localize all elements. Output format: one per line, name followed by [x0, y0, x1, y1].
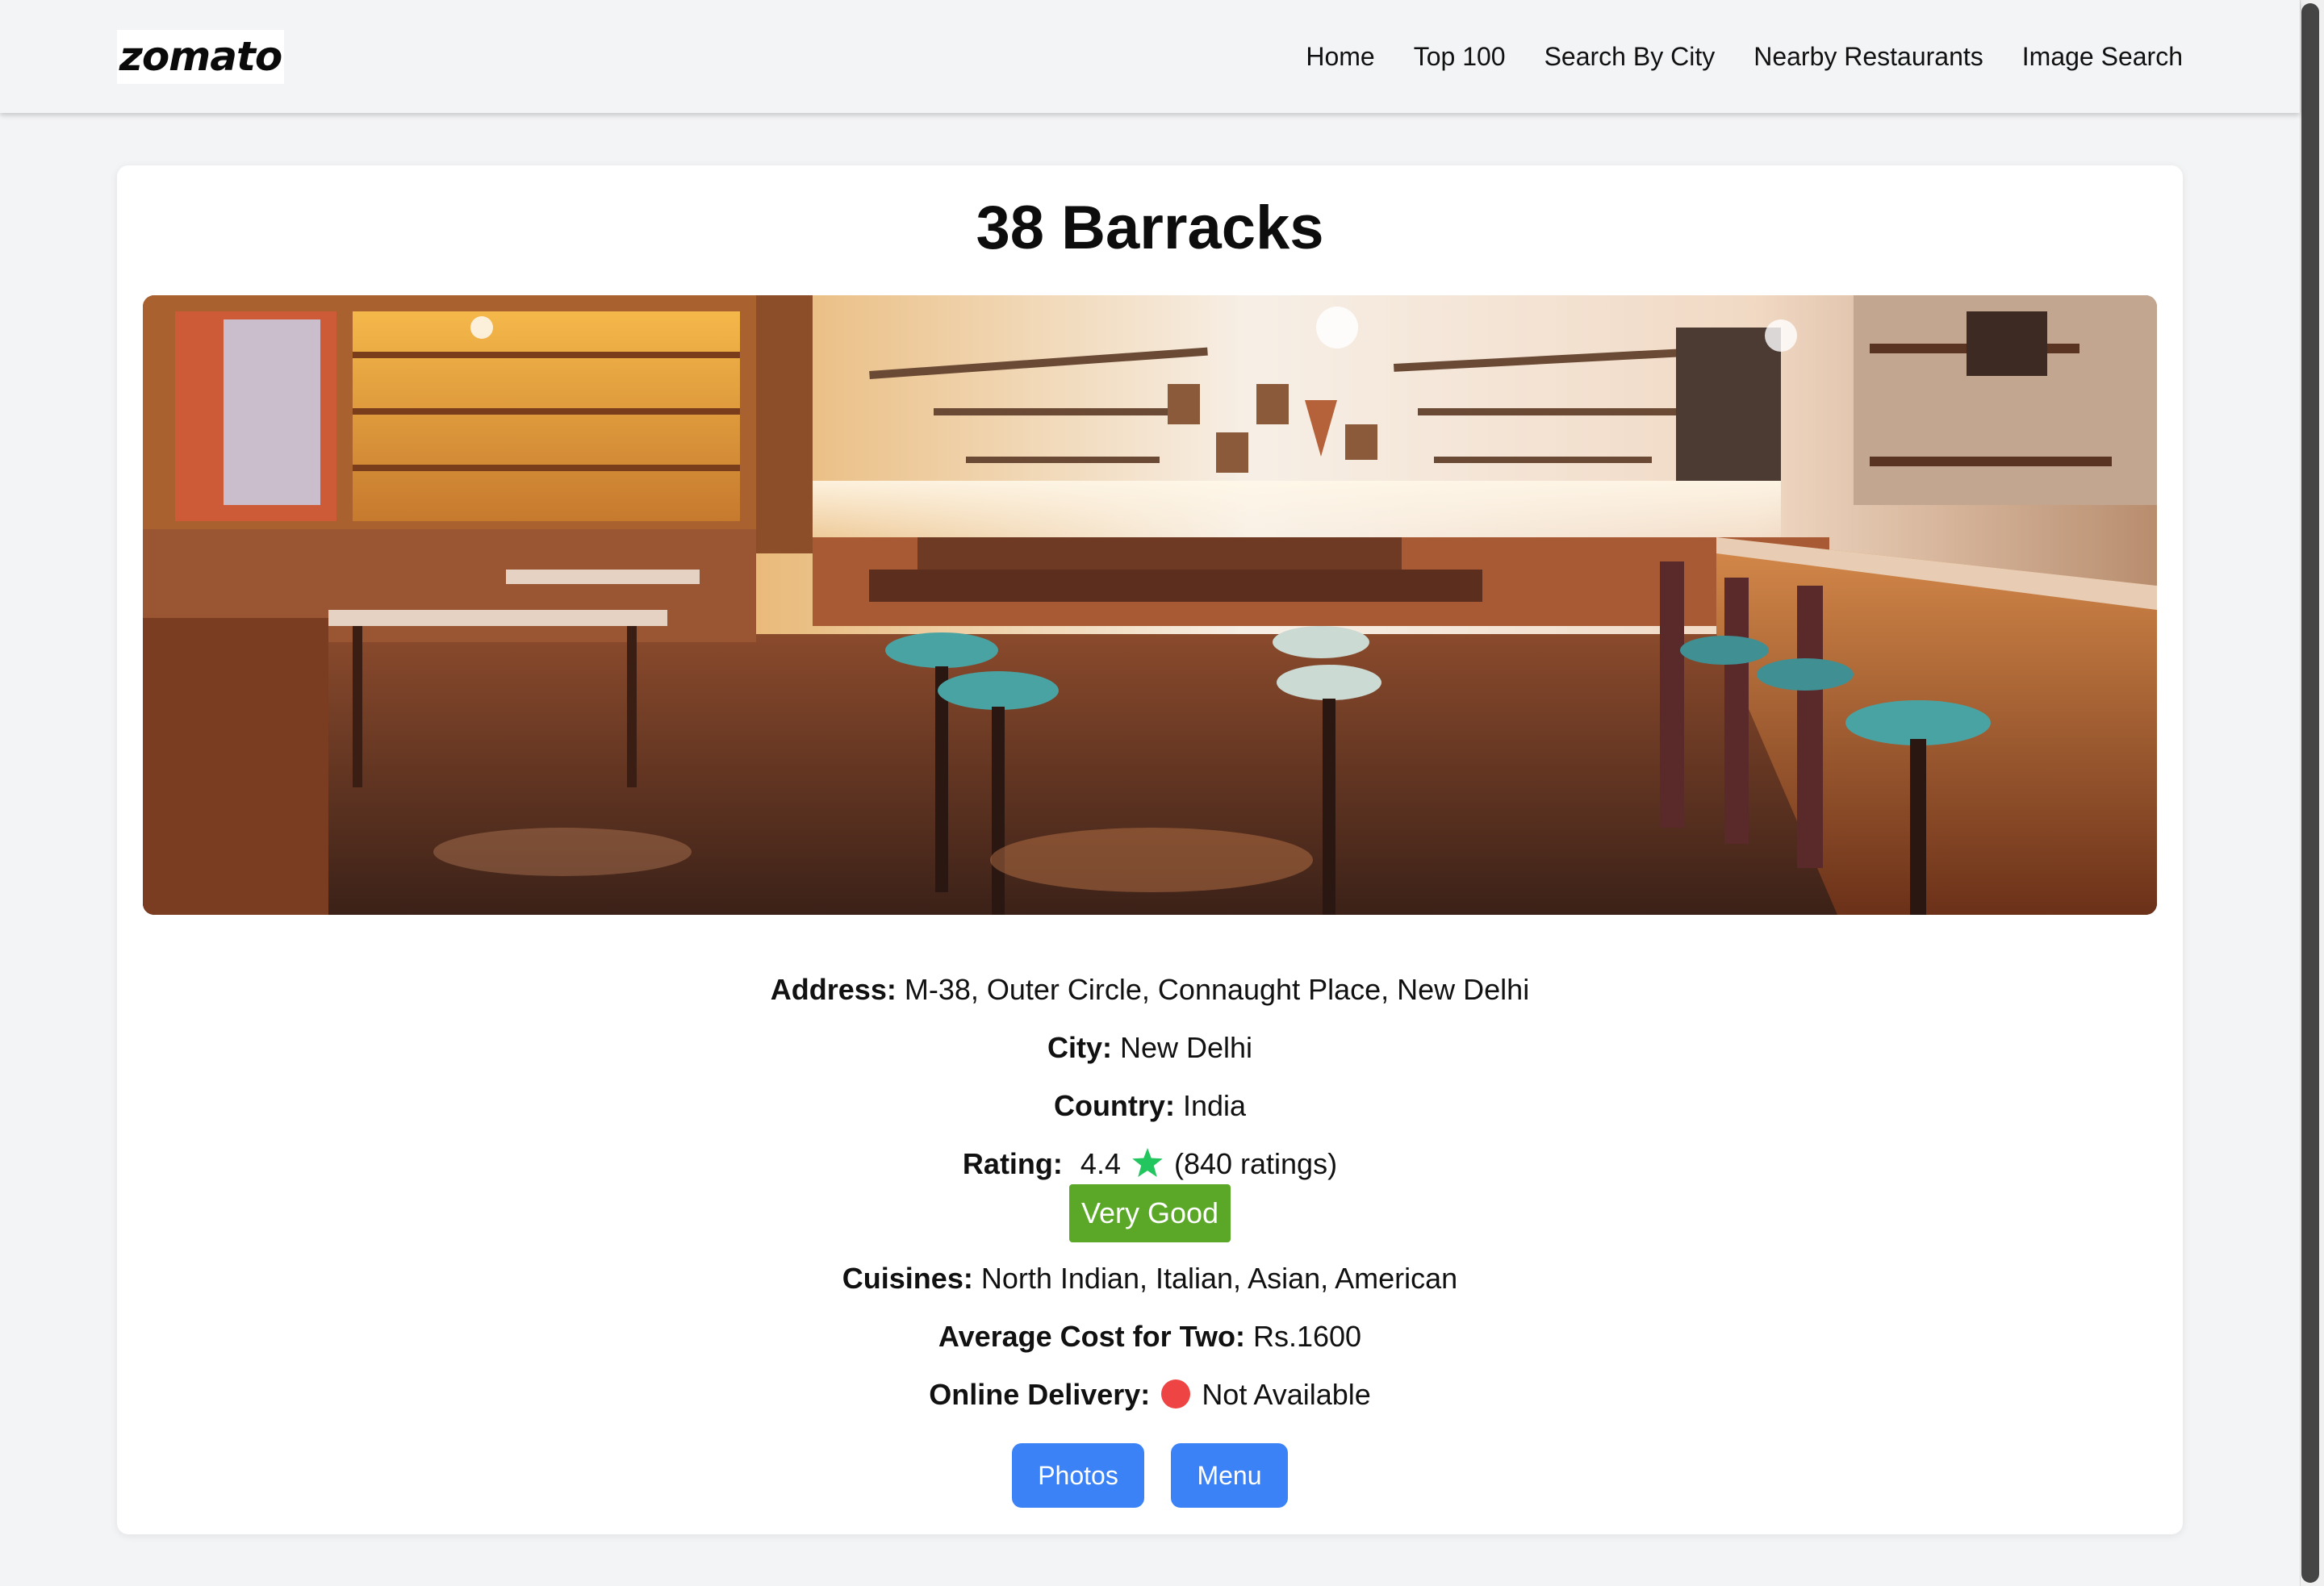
nav-link-home[interactable]: Home: [1306, 42, 1374, 72]
address-value: M-38, Outer Circle, Connaught Place, New…: [904, 973, 1530, 1006]
online-delivery-value: Not Available: [1202, 1378, 1371, 1411]
rating-count: (840 ratings): [1173, 1147, 1338, 1180]
restaurant-interior-photo: [143, 295, 2157, 915]
city-label: City:: [1047, 1031, 1112, 1064]
city-value: New Delhi: [1119, 1031, 1253, 1064]
average-cost-label: Average Cost for Two:: [938, 1320, 1245, 1353]
restaurant-image: [143, 295, 2157, 915]
nav-link-image-search[interactable]: Image Search: [2022, 42, 2183, 72]
zomato-logo[interactable]: zomato: [117, 30, 284, 84]
nav-links: Home Top 100 Search By City Nearby Resta…: [1306, 0, 2183, 113]
country-row: Country: India: [117, 1088, 2183, 1124]
address-label: Address:: [770, 973, 897, 1006]
cuisines-value: North Indian, Italian, Asian, American: [980, 1262, 1458, 1295]
average-cost-row: Average Cost for Two: Rs.1600: [117, 1319, 2183, 1354]
cuisines-label: Cuisines:: [842, 1262, 973, 1295]
nav-link-nearby-restaurants[interactable]: Nearby Restaurants: [1753, 42, 1983, 72]
country-value: India: [1182, 1089, 1247, 1122]
restaurant-name: 38 Barracks: [976, 194, 1324, 262]
cuisines-row: Cuisines: North Indian, Italian, Asian, …: [117, 1261, 2183, 1296]
city-row: City: New Delhi: [117, 1030, 2183, 1066]
star-icon: [1132, 1148, 1163, 1185]
rating-label: Rating:: [962, 1147, 1063, 1180]
rating-value: 4.4: [1080, 1147, 1121, 1180]
top-navbar: zomato Home Top 100 Search By City Nearb…: [0, 0, 2300, 113]
scrollbar-thumb[interactable]: [2301, 3, 2319, 1583]
rating-row: Rating: 4.4 (840 ratings): [117, 1146, 2183, 1185]
status-dot-icon: [1161, 1379, 1191, 1409]
country-label: Country:: [1053, 1089, 1175, 1122]
online-delivery-label: Online Delivery:: [929, 1378, 1151, 1411]
online-delivery-row: Online Delivery: Not Available: [117, 1377, 2183, 1413]
nav-link-top-100[interactable]: Top 100: [1414, 42, 1506, 72]
menu-button[interactable]: Menu: [1171, 1443, 1288, 1508]
address-row: Address: M-38, Outer Circle, Connaught P…: [117, 972, 2183, 1008]
restaurant-card: 38 Barracks Address: M-38, Outer Circle,…: [117, 165, 2183, 1534]
average-cost-value: Rs.1600: [1252, 1320, 1362, 1353]
nav-link-search-by-city[interactable]: Search By City: [1544, 42, 1716, 72]
rating-text-badge: Very Good: [1069, 1184, 1231, 1242]
photos-button[interactable]: Photos: [1012, 1443, 1144, 1508]
